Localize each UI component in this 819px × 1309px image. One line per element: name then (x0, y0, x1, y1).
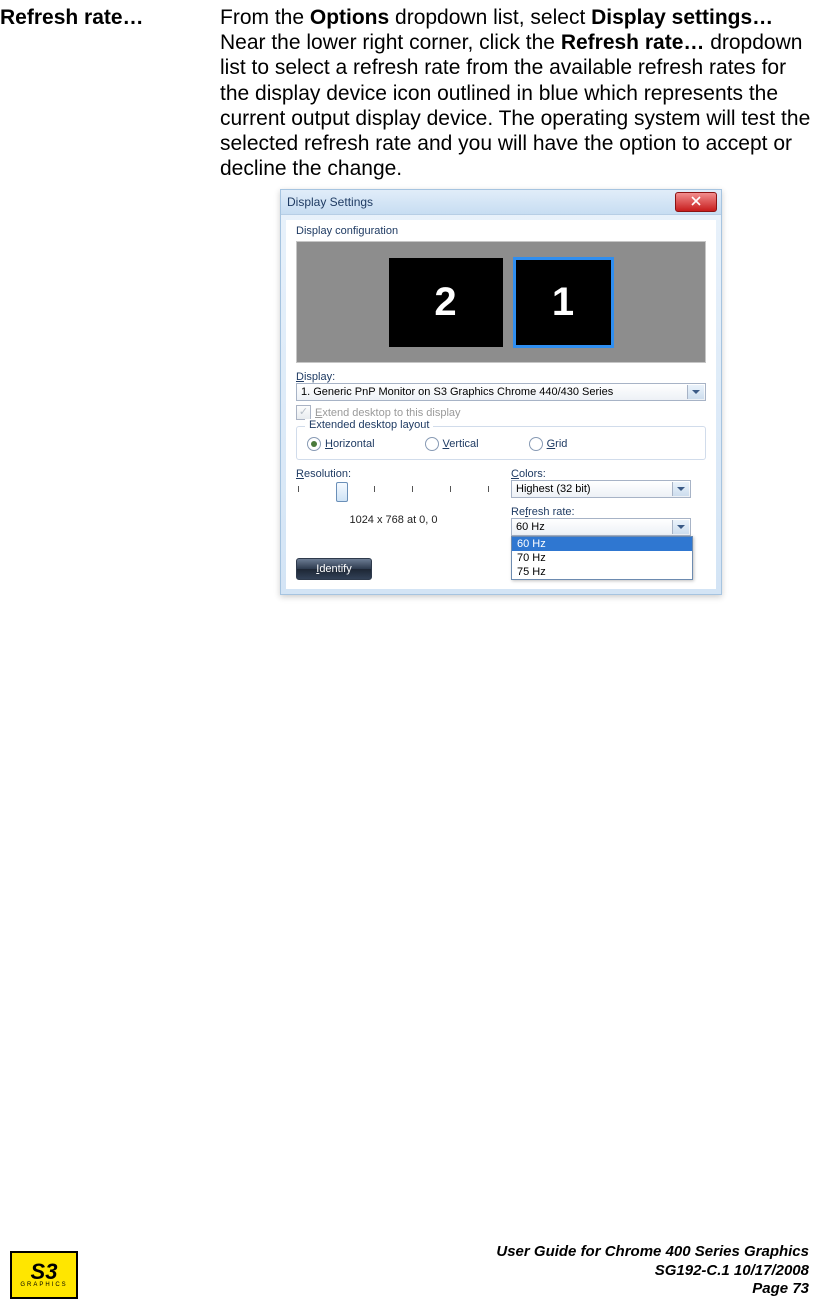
refresh-option[interactable]: 60 Hz (512, 537, 692, 551)
slider-tick (374, 486, 375, 492)
display-dropdown[interactable]: 1. Generic PnP Monitor on S3 Graphics Ch… (296, 383, 706, 401)
refresh-option[interactable]: 70 Hz (512, 551, 692, 565)
radio-vertical-label: Vertical (443, 438, 479, 450)
bold-refresh-rate: Refresh rate… (561, 31, 705, 54)
bold-display-settings: Display settings… (591, 6, 773, 29)
chevron-down-icon (687, 385, 704, 399)
logo-text: S3 (31, 1262, 58, 1282)
refresh-option[interactable]: 75 Hz (512, 565, 692, 579)
footer-line1: User Guide for Chrome 400 Series Graphic… (496, 1243, 809, 1262)
resolution-label: Resolution: (296, 468, 491, 480)
resolution-slider[interactable] (296, 486, 491, 508)
close-button[interactable] (675, 192, 717, 212)
radio-vertical[interactable]: Vertical (425, 437, 479, 451)
monitor-1[interactable]: 1 (513, 257, 614, 348)
body-text: Near the lower right corner, click the (220, 31, 561, 54)
colors-label: Colors: (511, 468, 706, 480)
display-dropdown-value: 1. Generic PnP Monitor on S3 Graphics Ch… (301, 386, 613, 398)
colors-dropdown[interactable]: Highest (32 bit) (511, 480, 691, 498)
resolution-value: 1024 x 768 at 0, 0 (296, 514, 491, 526)
bold-options: Options (310, 6, 389, 29)
refresh-rate-value: 60 Hz (516, 521, 545, 533)
chevron-down-icon (672, 482, 689, 496)
colors-dropdown-value: Highest (32 bit) (516, 483, 591, 495)
radio-horizontal-label: Horizontal (325, 438, 375, 450)
radio-grid-label: Grid (547, 438, 568, 450)
radio-icon (529, 437, 543, 451)
radio-icon (425, 437, 439, 451)
radio-horizontal[interactable]: Horizontal (307, 437, 375, 451)
chevron-down-icon (672, 520, 689, 534)
display-settings-dialog: Display Settings Display configuration 2… (280, 189, 722, 595)
slider-thumb[interactable] (336, 482, 348, 502)
slider-tick (298, 486, 299, 492)
extend-desktop-label: Extend desktop to this display (315, 407, 461, 419)
extend-desktop-checkbox: ✓ (296, 405, 311, 420)
refresh-rate-dropdown-list: 60 Hz 70 Hz 75 Hz (511, 536, 693, 580)
footer-text: User Guide for Chrome 400 Series Graphic… (496, 1243, 809, 1299)
slider-tick (450, 486, 451, 492)
slider-tick (412, 486, 413, 492)
monitor-arrangement-area[interactable]: 2 1 (296, 241, 706, 363)
section-body: From the Options dropdown list, select D… (220, 5, 819, 181)
monitor-2[interactable]: 2 (389, 258, 503, 347)
identify-button[interactable]: Identify (296, 558, 372, 580)
page-number: 73 (792, 1280, 809, 1297)
body-text: From the (220, 6, 310, 29)
body-text: dropdown list, select (389, 6, 591, 29)
footer-line2: SG192-C.1 10/17/2008 (496, 1262, 809, 1281)
radio-grid[interactable]: Grid (529, 437, 568, 451)
dialog-title: Display Settings (287, 195, 373, 209)
refresh-rate-dropdown[interactable]: 60 Hz (511, 518, 691, 536)
display-configuration-label: Display configuration (296, 225, 706, 237)
radio-icon (307, 437, 321, 451)
page-label: Page (752, 1280, 792, 1297)
logo-subtext: GRAPHICS (20, 1282, 67, 1288)
section-heading: Refresh rate… (0, 5, 220, 30)
group-title: Extended desktop layout (305, 419, 433, 431)
check-icon: ✓ (299, 407, 308, 418)
refresh-rate-label: Refresh rate: (511, 506, 706, 518)
close-icon (691, 196, 701, 209)
s3-graphics-logo: S3 GRAPHICS (10, 1251, 78, 1299)
display-label: Display: (296, 371, 706, 383)
extended-desktop-layout-group: Extended desktop layout Horizontal Verti… (296, 426, 706, 460)
dialog-titlebar[interactable]: Display Settings (281, 190, 721, 215)
slider-tick (488, 486, 489, 492)
